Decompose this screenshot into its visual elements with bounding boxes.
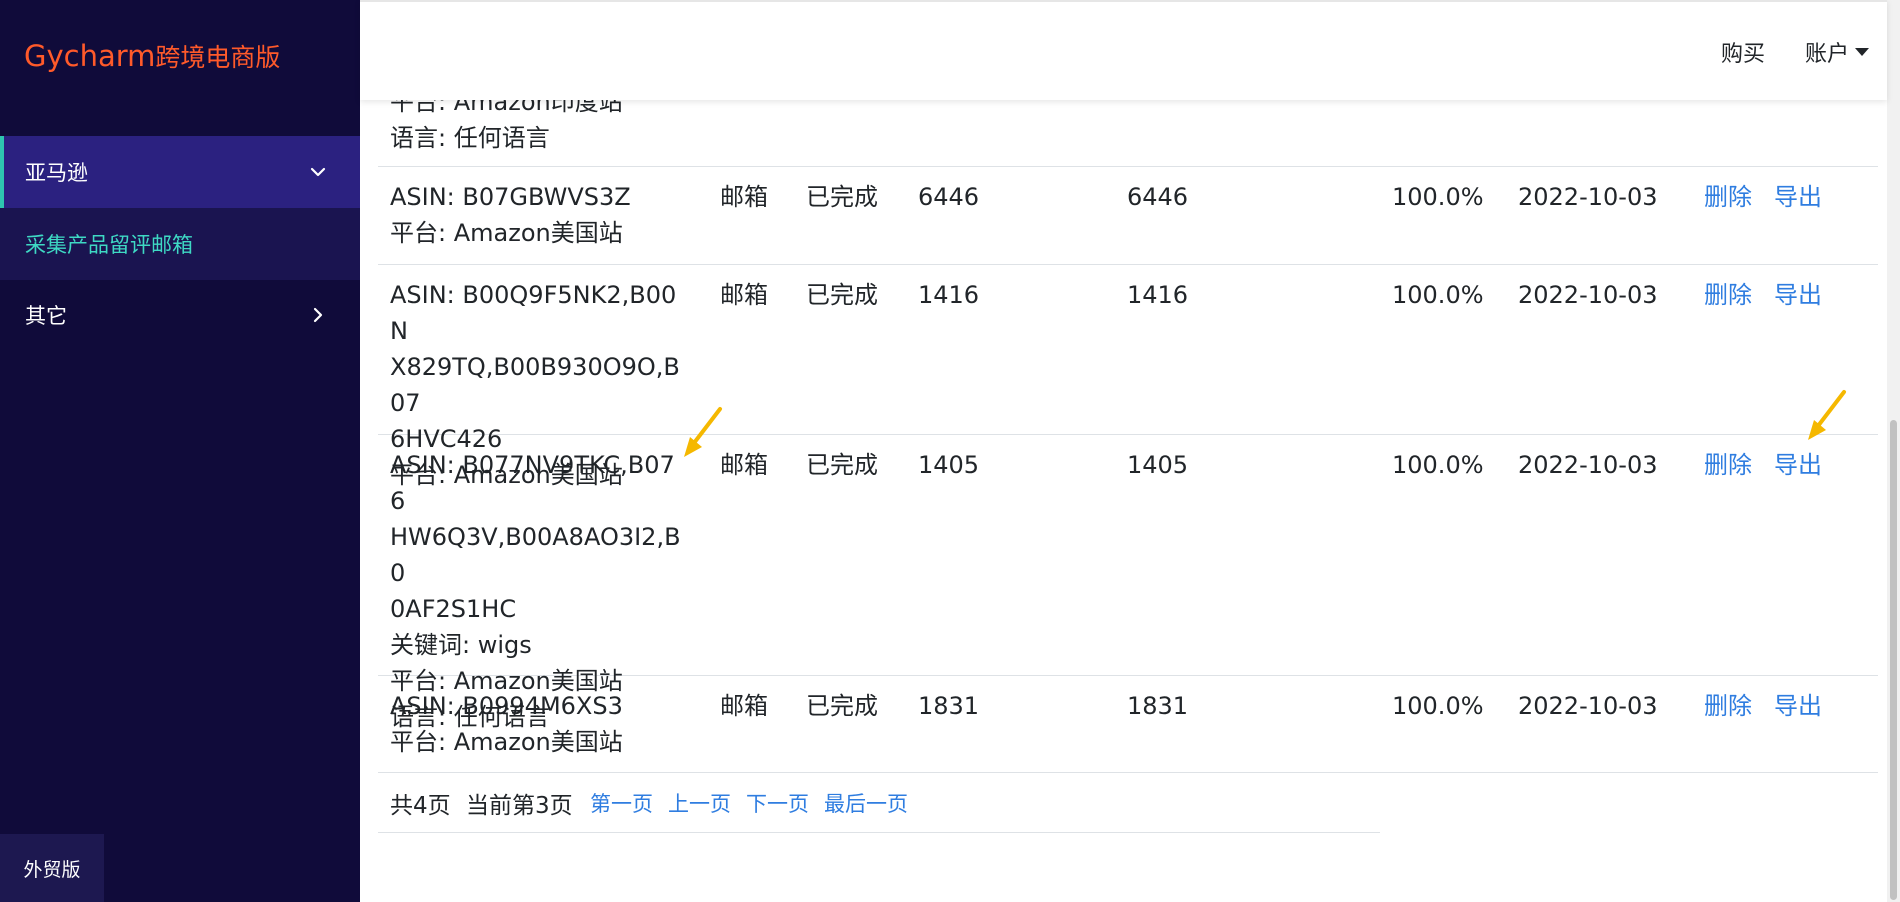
language-text: 语言: 任何语言 — [390, 124, 550, 152]
keyword-text: 关键词: wigs — [390, 631, 532, 659]
platform-text: 平台: Amazon美国站 — [390, 728, 623, 756]
asin-text: ASIN: B00Q9F5NK2,B00N — [390, 281, 677, 345]
asin-text: X829TQ,B00B930O9O,B07 — [390, 353, 680, 417]
next-page-link[interactable]: 下一页 — [746, 788, 809, 818]
asin-text: ASIN: B07GBWVS3Z — [390, 183, 631, 211]
table-row: ASIN: B00Q9F5NK2,B00N X829TQ,B00B930O9O,… — [378, 265, 1878, 489]
export-link[interactable]: 导出 — [1774, 688, 1822, 724]
asin-text: ASIN: B077NV9TKC,B076 — [390, 451, 675, 515]
total-count-cell: 1831 — [918, 692, 980, 720]
delete-link[interactable]: 删除 — [1704, 688, 1752, 724]
account-dropdown[interactable]: 账户 — [1805, 36, 1869, 68]
sidebar-item-label: 采集产品留评邮箱 — [25, 233, 193, 257]
first-page-link[interactable]: 第一页 — [590, 788, 653, 818]
sidebar-item-other[interactable]: 其它 — [0, 279, 360, 351]
status-cell: 已完成 — [806, 692, 878, 720]
date-cell: 2022-10-03 — [1518, 451, 1658, 479]
done-count-cell: 1416 — [1127, 281, 1189, 309]
pagination: 共4页 当前第3页 第一页 上一页 下一页 最后一页 — [378, 772, 1380, 833]
sidebar-item-label: 亚马逊 — [25, 161, 88, 185]
account-label: 账户 — [1804, 42, 1849, 67]
table-row: ASIN: B07GBWVS3Z 平台: Amazon美国站 邮箱 已完成 64… — [378, 167, 1878, 265]
buy-link[interactable]: 购买 — [1721, 36, 1765, 68]
sidebar-item-collect-review-emails[interactable]: 采集产品留评邮箱 — [0, 208, 360, 280]
asin-text: HW6Q3V,B00A8AO3I2,B0 — [390, 523, 681, 587]
date-cell: 2022-10-03 — [1518, 692, 1658, 720]
total-pages-text: 共4页 — [390, 793, 451, 819]
asin-cell: ASIN: B0994M6XS3 平台: Amazon美国站 — [390, 688, 690, 760]
annotation-arrow-icon — [684, 407, 722, 457]
export-link[interactable]: 导出 — [1774, 447, 1822, 483]
percent-cell: 100.0% — [1392, 281, 1484, 309]
sidebar-item-label: 其它 — [25, 304, 67, 328]
percent-cell: 100.0% — [1392, 451, 1484, 479]
platform-text: 平台: Amazon美国站 — [390, 219, 623, 247]
annotation-arrow-icon — [1808, 390, 1846, 440]
total-count-cell: 1416 — [918, 281, 980, 309]
prev-page-link[interactable]: 上一页 — [668, 788, 731, 818]
sidebar-item-amazon[interactable]: 亚马逊 — [0, 136, 360, 208]
brand-name: Gycharm — [24, 39, 156, 73]
delete-link[interactable]: 删除 — [1704, 447, 1752, 483]
asin-text: 0AF2S1HC — [390, 595, 517, 623]
delete-link[interactable]: 删除 — [1704, 277, 1752, 313]
vertical-scrollbar[interactable] — [1887, 0, 1900, 902]
type-cell: 邮箱 — [720, 281, 768, 309]
done-count-cell: 1831 — [1127, 692, 1189, 720]
chevron-right-icon — [313, 307, 323, 323]
type-cell: 邮箱 — [720, 183, 768, 211]
date-cell: 2022-10-03 — [1518, 281, 1658, 309]
last-page-link[interactable]: 最后一页 — [824, 788, 908, 818]
table-row: ASIN: B077NV9TKC,B076 HW6Q3V,B00A8AO3I2,… — [378, 435, 1878, 731]
sidebar: Gycharm跨境电商版 亚马逊 采集产品留评邮箱 其它 外贸版 — [0, 0, 360, 902]
done-count-cell: 6446 — [1127, 183, 1189, 211]
export-link[interactable]: 导出 — [1774, 277, 1822, 313]
total-count-cell: 6446 — [918, 183, 980, 211]
asin-text: ASIN: B0994M6XS3 — [390, 692, 623, 720]
export-link[interactable]: 导出 — [1774, 179, 1822, 215]
foreign-trade-edition-button[interactable]: 外贸版 — [0, 834, 104, 902]
done-count-cell: 1405 — [1127, 451, 1189, 479]
status-cell: 已完成 — [806, 451, 878, 479]
percent-cell: 100.0% — [1392, 692, 1484, 720]
table-row: ASIN: B0994M6XS3 平台: Amazon美国站 邮箱 已完成 18… — [378, 676, 1878, 773]
scrollbar-thumb[interactable] — [1890, 420, 1897, 900]
delete-link[interactable]: 删除 — [1704, 179, 1752, 215]
asin-cell: ASIN: B07GBWVS3Z 平台: Amazon美国站 — [390, 179, 690, 251]
chevron-down-icon — [310, 167, 326, 177]
type-cell: 邮箱 — [720, 692, 768, 720]
top-navbar: 购买 账户 — [360, 0, 1887, 100]
status-cell: 已完成 — [806, 183, 878, 211]
date-cell: 2022-10-03 — [1518, 183, 1658, 211]
status-cell: 已完成 — [806, 281, 878, 309]
brand-edition: 跨境电商版 — [155, 43, 281, 72]
percent-cell: 100.0% — [1392, 183, 1484, 211]
caret-down-icon — [1855, 48, 1869, 56]
current-page-text: 当前第3页 — [466, 793, 573, 819]
total-count-cell: 1405 — [918, 451, 980, 479]
brand-logo[interactable]: Gycharm跨境电商版 — [24, 38, 280, 74]
foreign-trade-label: 外贸版 — [23, 858, 81, 881]
